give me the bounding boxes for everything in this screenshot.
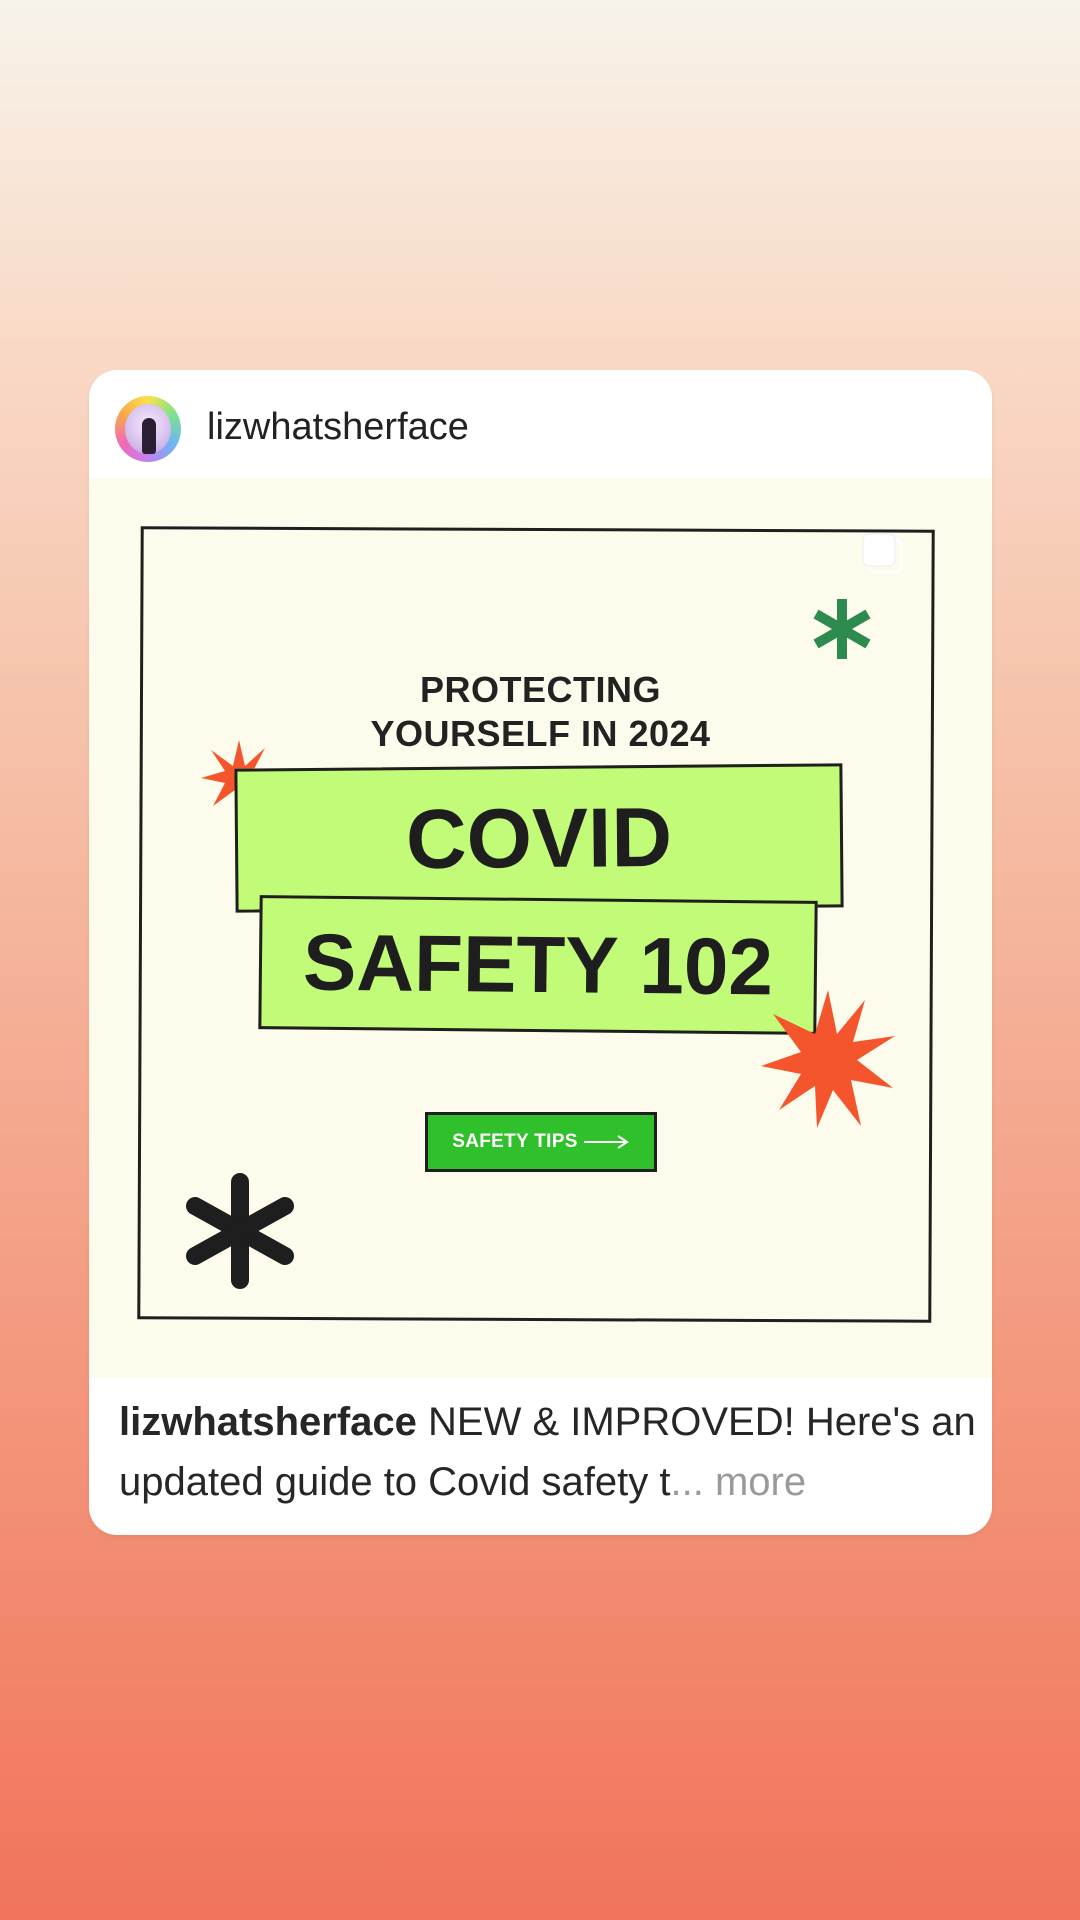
avatar-figure bbox=[142, 418, 156, 454]
arrow-right-icon bbox=[583, 1135, 629, 1149]
black-asterisk-icon bbox=[186, 1173, 294, 1289]
more-link[interactable]: more bbox=[715, 1460, 806, 1504]
subtitle: PROTECTING YOURSELF IN 2024 bbox=[89, 668, 992, 756]
subtitle-line-1: PROTECTING bbox=[419, 669, 661, 710]
safety-tips-label: SAFETY TIPS bbox=[452, 1131, 578, 1152]
username-link[interactable]: lizwhatsherface bbox=[207, 406, 469, 449]
green-asterisk-icon bbox=[813, 599, 871, 659]
post-header: lizwhatsherface bbox=[89, 370, 992, 478]
carousel-icon bbox=[862, 533, 903, 574]
caption-ellipsis: ... bbox=[670, 1460, 704, 1504]
avatar[interactable] bbox=[115, 396, 181, 462]
subtitle-line-2: YOURSELF IN 2024 bbox=[370, 713, 711, 754]
post-image[interactable]: PROTECTING YOURSELF IN 2024 COVID SAFETY… bbox=[89, 478, 992, 1378]
caption-username[interactable]: lizwhatsherface bbox=[119, 1400, 417, 1444]
red-starburst-large-icon bbox=[761, 990, 895, 1128]
safety-tips-button[interactable]: SAFETY TIPS bbox=[425, 1112, 657, 1172]
post-caption: lizwhatsherface NEW & IMPROVED! Here's a… bbox=[119, 1392, 979, 1512]
title-banner-2: SAFETY 102 bbox=[258, 895, 818, 1035]
title-banner-1: COVID bbox=[234, 763, 844, 913]
post-card[interactable]: lizwhatsherface PROTECTING YOURSELF IN 2… bbox=[89, 370, 992, 1535]
